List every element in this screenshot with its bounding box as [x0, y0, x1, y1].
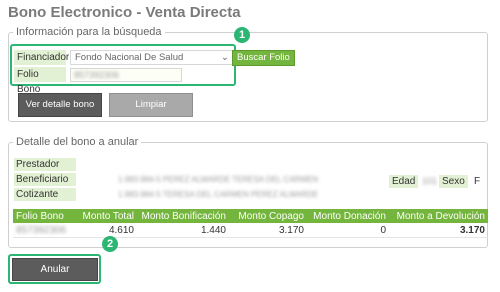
beneficiario-value: 1.983.984-5 PEREZ ALMARDE TERESA DEL CAR…	[118, 175, 319, 184]
detail-legend: Detalle del bono a anular	[16, 136, 139, 148]
header-copago: Monto Copago	[229, 209, 307, 223]
sexo-label: Sexo	[439, 175, 468, 188]
table-header-row: Folio Bono Monto Total Monto Bonificació…	[13, 209, 488, 223]
cell-folio: 857392306	[13, 223, 75, 238]
cell-copago: 3.170	[229, 223, 307, 238]
page-title: Bono Electronico - Venta Directa	[8, 4, 241, 21]
cell-monto-total: 4.610	[75, 223, 137, 238]
beneficiario-label: Beneficiario	[14, 173, 76, 186]
cell-devolucion: 3.170	[389, 223, 488, 238]
ver-detalle-button[interactable]: Ver detalle bono	[18, 93, 102, 117]
table-row: 857392306 4.610 1.440 3.170 0 3.170	[13, 223, 488, 238]
cotizante-value: 1.983.984-5 TERESA DEL CARMEN PEREZ ALMA…	[118, 190, 319, 199]
financiador-label: Financiador	[14, 50, 69, 65]
folio-label: Folio Bono	[14, 67, 66, 95]
chevron-down-icon: ⌄	[221, 52, 229, 63]
buscar-folio-button[interactable]: Buscar Folio	[232, 50, 295, 66]
folio-input-value: 857392306	[74, 69, 120, 80]
financiador-select[interactable]: Fondo Nacional De Salud ⌄	[70, 50, 234, 65]
cotizante-label: Cotizante	[14, 188, 76, 201]
search-legend: Información para la búsqueda	[16, 26, 162, 38]
bono-table: Folio Bono Monto Total Monto Bonificació…	[13, 209, 488, 238]
edad-label: Edad	[389, 175, 419, 188]
folio-input[interactable]: 857392306	[70, 67, 182, 82]
anular-button[interactable]: Anular	[12, 258, 98, 281]
limpiar-button[interactable]: Limpiar	[109, 93, 193, 117]
folio-row: Folio Bono 857392306	[14, 67, 182, 95]
header-folio: Folio Bono	[13, 209, 75, 223]
cell-bonificacion: 1.440	[137, 223, 229, 238]
header-bonificacion: Monto Bonificación	[137, 209, 229, 223]
edad-value: 101	[422, 176, 438, 186]
step-badge-1: 1	[234, 27, 250, 43]
header-donacion: Monto Donación	[307, 209, 389, 223]
cell-donacion: 0	[307, 223, 389, 238]
step-badge-2: 2	[102, 236, 118, 252]
header-monto-total: Monto Total	[75, 209, 137, 223]
header-devolucion: Monto a Devolución	[389, 209, 488, 223]
sexo-value: F	[474, 176, 481, 187]
financiador-row: Financiador Fondo Nacional De Salud ⌄	[14, 50, 234, 65]
prestador-label: Prestador	[14, 158, 76, 171]
financiador-select-value: Fondo Nacional De Salud	[75, 52, 184, 63]
